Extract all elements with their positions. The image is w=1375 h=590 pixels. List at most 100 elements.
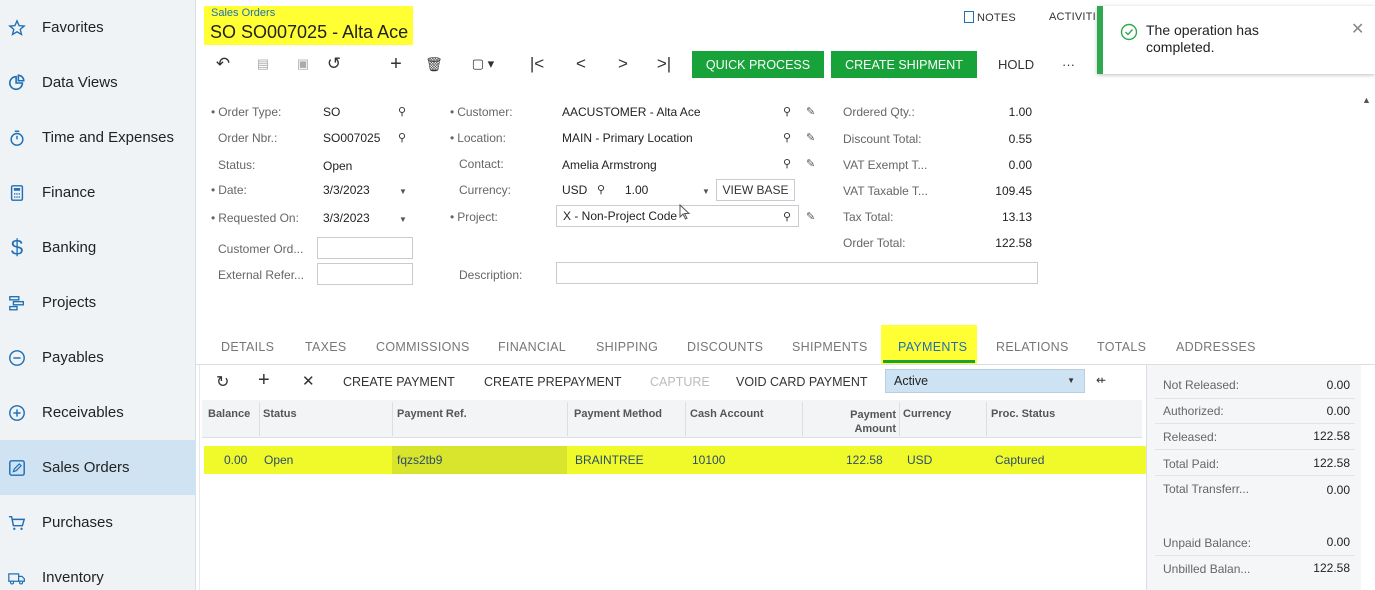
- col-header-status[interactable]: Status: [263, 408, 297, 420]
- sidebar-item-payables[interactable]: Payables: [0, 330, 196, 385]
- customer-ord-field[interactable]: [317, 237, 413, 259]
- collapse-arrow-icon[interactable]: ▲: [1362, 95, 1371, 105]
- next-record-icon[interactable]: >: [614, 53, 632, 75]
- tab-shipments[interactable]: SHIPMENTS: [792, 340, 868, 354]
- order-total-label: Order Total:: [843, 236, 906, 250]
- breadcrumb[interactable]: Sales Orders: [211, 7, 275, 19]
- refresh-icon[interactable]: ↻: [216, 372, 229, 392]
- create-shipment-button[interactable]: CREATE SHIPMENT: [831, 51, 977, 78]
- status-filter-select[interactable]: Active ▼: [885, 369, 1085, 393]
- not-released-value: 0.00: [1326, 378, 1350, 392]
- search-icon[interactable]: ⚲: [783, 210, 791, 223]
- location-field[interactable]: MAIN - Primary Location: [562, 131, 693, 145]
- filter-clear-icon[interactable]: ⇷: [1096, 373, 1106, 387]
- sidebar-item-label: Inventory: [42, 569, 104, 586]
- view-base-button[interactable]: VIEW BASE: [716, 179, 795, 201]
- add-icon[interactable]: +: [387, 53, 405, 75]
- quick-process-button[interactable]: QUICK PROCESS: [692, 51, 824, 78]
- col-header-currency[interactable]: Currency: [903, 408, 951, 420]
- col-header-cash-account[interactable]: Cash Account: [690, 408, 764, 420]
- cell-payment-ref[interactable]: fqzs2tb9: [397, 453, 442, 467]
- sidebar-item-purchases[interactable]: Purchases: [0, 495, 196, 550]
- divider: [1155, 398, 1355, 399]
- minus-circle-icon: [8, 348, 26, 368]
- tab-totals[interactable]: TOTALS: [1097, 340, 1146, 354]
- tab-shipping[interactable]: SHIPPING: [596, 340, 658, 354]
- currency-rate-field[interactable]: 1.00: [625, 183, 648, 197]
- tab-taxes[interactable]: TAXES: [305, 340, 347, 354]
- col-header-proc-status[interactable]: Proc. Status: [991, 408, 1055, 420]
- undo-icon[interactable]: ↺: [325, 53, 343, 75]
- customer-field[interactable]: AACUSTOMER - Alta Ace: [562, 105, 701, 119]
- delete-row-icon[interactable]: ✕: [302, 372, 315, 390]
- previous-record-icon[interactable]: <: [572, 53, 590, 75]
- order-type-field[interactable]: SO: [323, 105, 340, 119]
- tab-commissions[interactable]: COMMISSIONS: [376, 340, 470, 354]
- col-header-payment-amount[interactable]: Payment Amount: [836, 408, 896, 436]
- tab-details[interactable]: DETAILS: [221, 340, 274, 354]
- truck-icon: [8, 568, 26, 588]
- search-icon[interactable]: ⚲: [783, 157, 791, 170]
- gantt-icon: [8, 293, 26, 313]
- project-field[interactable]: X - Non-Project Code: [556, 205, 799, 227]
- sidebar-item-favorites[interactable]: Favorites: [0, 0, 196, 55]
- tab-relations[interactable]: RELATIONS: [996, 340, 1069, 354]
- requested-on-field[interactable]: 3/3/2023: [323, 211, 370, 225]
- chevron-down-icon[interactable]: ▼: [399, 187, 407, 196]
- sidebar-item-banking[interactable]: $ Banking: [0, 220, 196, 275]
- chevron-down-icon[interactable]: ▼: [399, 215, 407, 224]
- last-record-icon[interactable]: >|: [653, 53, 675, 75]
- add-row-icon[interactable]: +: [258, 369, 270, 392]
- search-icon[interactable]: ⚲: [783, 131, 791, 144]
- tab-payments[interactable]: PAYMENTS: [898, 340, 967, 354]
- chevron-down-icon[interactable]: ▼: [702, 187, 710, 196]
- tab-financial[interactable]: FINANCIAL: [498, 340, 566, 354]
- capture-button[interactable]: CAPTURE: [650, 375, 710, 389]
- col-header-balance[interactable]: Balance: [208, 408, 250, 420]
- clipboard-icon[interactable]: ▤: [254, 53, 272, 75]
- sidebar-item-receivables[interactable]: Receivables: [0, 385, 196, 440]
- search-icon[interactable]: ⚲: [398, 131, 406, 144]
- pencil-icon[interactable]: ✎: [806, 210, 815, 223]
- close-icon[interactable]: ✕: [1351, 19, 1364, 39]
- sidebar-item-label: Sales Orders: [42, 459, 130, 476]
- notes-link[interactable]: NOTES: [964, 11, 1016, 24]
- order-type-label: • Order Type:: [211, 105, 282, 119]
- tab-discounts[interactable]: DISCOUNTS: [687, 340, 763, 354]
- pencil-icon[interactable]: ✎: [806, 105, 815, 118]
- sidebar-item-projects[interactable]: Projects: [0, 275, 196, 330]
- search-icon[interactable]: ⚲: [783, 105, 791, 118]
- create-payment-button[interactable]: CREATE PAYMENT: [343, 375, 455, 389]
- date-field[interactable]: 3/3/2023: [323, 183, 370, 197]
- currency-field[interactable]: USD: [562, 183, 587, 197]
- create-prepayment-button[interactable]: CREATE PREPAYMENT: [484, 375, 622, 389]
- search-icon[interactable]: ⚲: [597, 183, 605, 196]
- sidebar-item-data-views[interactable]: Data Views: [0, 55, 196, 110]
- copy-paste-icon[interactable]: ▢ ▾: [468, 53, 498, 75]
- save-icon[interactable]: ▣: [294, 53, 312, 75]
- col-header-payment-method[interactable]: Payment Method: [574, 408, 662, 420]
- sidebar-item-finance[interactable]: Finance: [0, 165, 196, 220]
- customer-ord-label: Customer Ord...: [218, 242, 304, 256]
- col-header-payment-ref[interactable]: Payment Ref.: [397, 408, 467, 420]
- hold-button[interactable]: HOLD: [998, 57, 1034, 72]
- sidebar-item-time-and-expenses[interactable]: Time and Expenses: [0, 110, 196, 165]
- description-field[interactable]: [556, 262, 1038, 284]
- order-nbr-field[interactable]: SO007025: [323, 131, 380, 145]
- sidebar-item-inventory[interactable]: Inventory: [0, 550, 196, 590]
- pencil-icon[interactable]: ✎: [806, 131, 815, 144]
- external-ref-field[interactable]: [317, 263, 413, 285]
- void-card-payment-button[interactable]: VOID CARD PAYMENT: [736, 375, 868, 389]
- activities-link[interactable]: ACTIVITI: [1049, 11, 1096, 23]
- pencil-icon[interactable]: ✎: [806, 157, 815, 170]
- pie-chart-icon: [8, 73, 26, 93]
- first-record-icon[interactable]: |<: [528, 53, 546, 75]
- cell-currency: USD: [907, 453, 933, 467]
- search-icon[interactable]: ⚲: [398, 105, 406, 118]
- contact-field[interactable]: Amelia Armstrong: [562, 158, 657, 172]
- more-button[interactable]: ···: [1062, 57, 1075, 72]
- delete-icon[interactable]: 🗑: [425, 53, 443, 75]
- sidebar-item-sales-orders[interactable]: Sales Orders: [0, 440, 196, 495]
- back-icon[interactable]: ↶: [212, 53, 234, 75]
- tab-addresses[interactable]: ADDRESSES: [1176, 340, 1256, 354]
